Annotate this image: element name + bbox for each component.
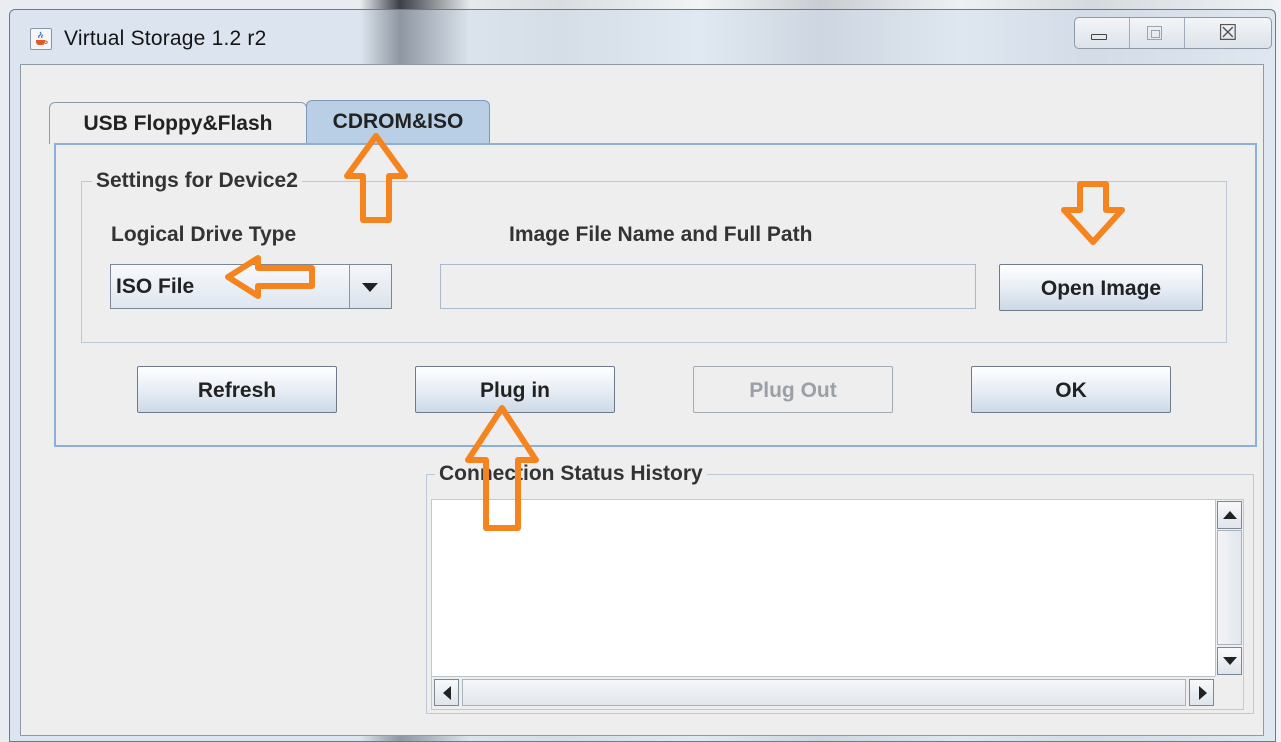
horizontal-scrollbar[interactable]: [432, 676, 1217, 709]
image-path-input[interactable]: [440, 264, 976, 309]
connection-status-group: Connection Status History: [426, 462, 1254, 714]
title-bar[interactable]: Virtual Storage 1.2 r2 ☒: [10, 10, 1275, 65]
orange-arrow-icon: [1061, 181, 1125, 245]
vertical-scrollbar[interactable]: [1215, 500, 1243, 678]
close-button[interactable]: ☒: [1185, 18, 1271, 48]
maximize-button[interactable]: [1130, 18, 1185, 48]
app-window: Virtual Storage 1.2 r2 ☒ USB Floppy&Flas…: [9, 9, 1276, 742]
scroll-right-icon[interactable]: [1189, 679, 1214, 706]
chevron-down-icon[interactable]: [349, 265, 391, 308]
vertical-scroll-thumb[interactable]: [1217, 530, 1242, 645]
plug-out-button: Plug Out: [693, 366, 893, 413]
close-icon: ☒: [1218, 20, 1238, 45]
maximize-icon: [1146, 26, 1162, 40]
open-image-button[interactable]: Open Image: [999, 264, 1203, 311]
window-controls: ☒: [1074, 17, 1272, 49]
java-cup-icon: [30, 28, 52, 50]
settings-group-title: Settings for Device2: [92, 169, 302, 193]
ok-button[interactable]: OK: [971, 366, 1171, 413]
drive-type-value: ISO File: [116, 275, 195, 298]
status-history-log[interactable]: [431, 499, 1244, 710]
window-client-area: USB Floppy&Flash CDROM&ISO Settings for …: [20, 64, 1264, 736]
orange-arrow-icon: [465, 405, 539, 531]
scroll-down-icon[interactable]: [1217, 647, 1242, 675]
tab-usb-floppy-flash[interactable]: USB Floppy&Flash: [49, 102, 307, 144]
drive-type-label: Logical Drive Type: [111, 223, 297, 246]
orange-arrow-icon: [225, 255, 315, 299]
minimize-icon: [1091, 34, 1107, 40]
minimize-button[interactable]: [1075, 18, 1130, 48]
scroll-up-icon[interactable]: [1217, 501, 1242, 529]
window-title: Virtual Storage 1.2 r2: [64, 27, 267, 50]
scroll-left-icon[interactable]: [434, 679, 459, 706]
scrollbar-corner: [1215, 676, 1243, 709]
horizontal-scroll-thumb[interactable]: [462, 679, 1186, 706]
image-path-label: Image File Name and Full Path: [509, 223, 813, 246]
orange-arrow-icon: [344, 133, 408, 223]
refresh-button[interactable]: Refresh: [137, 366, 337, 413]
